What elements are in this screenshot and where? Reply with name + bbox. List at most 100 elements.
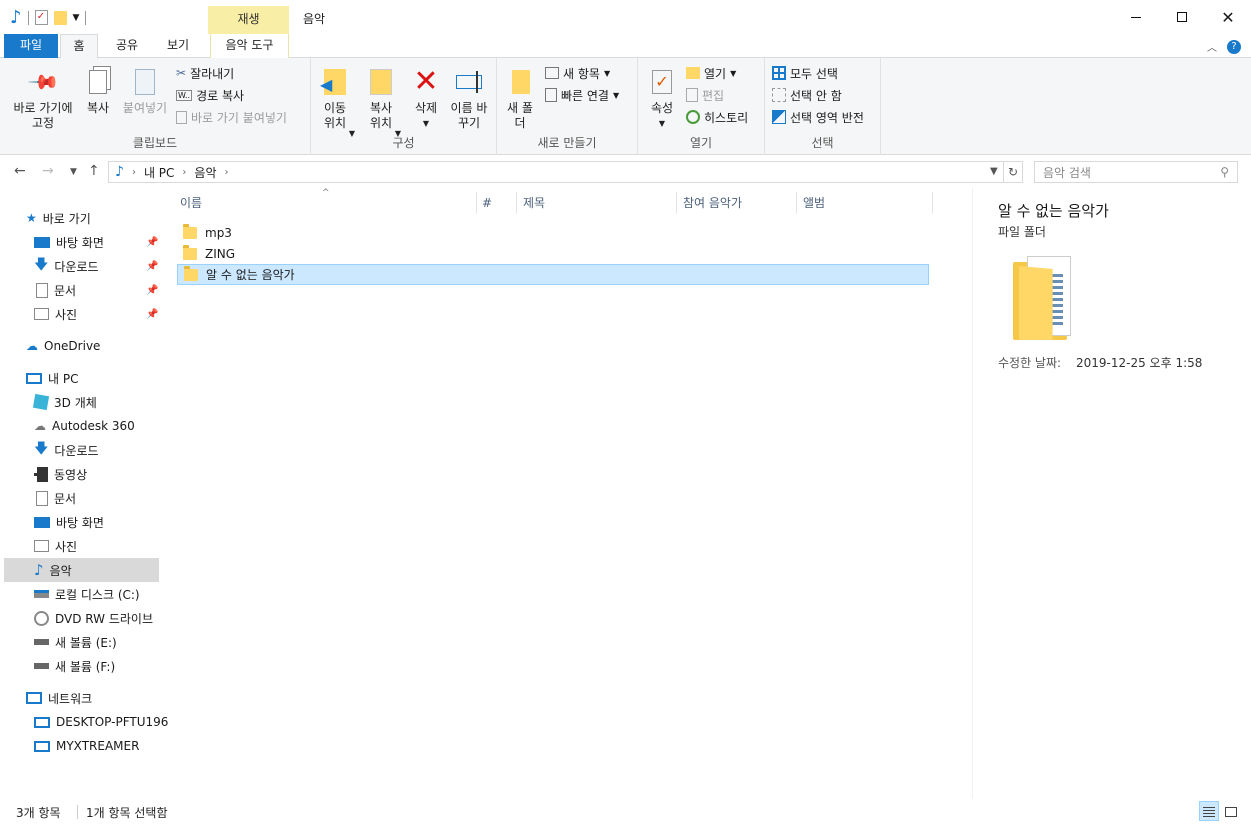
properties-check-icon[interactable]: ✓: [34, 10, 48, 25]
nav-volume-f[interactable]: 새 볼륨 (F:): [34, 654, 193, 678]
nav-music[interactable]: ♪ 음악: [4, 558, 159, 582]
chevron-right-icon[interactable]: ›: [182, 167, 186, 178]
nav-3d-objects[interactable]: 3D 개체: [32, 390, 193, 414]
edit-button[interactable]: 편집: [686, 85, 724, 105]
column-header-number[interactable]: #: [482, 188, 492, 218]
nav-pictures[interactable]: 사진: [34, 534, 193, 558]
tab-music-tools[interactable]: 음악 도구: [210, 34, 289, 58]
rename-button[interactable]: 이름 바꾸기: [449, 66, 489, 131]
refresh-icon[interactable]: ↻: [1004, 161, 1023, 183]
address-bar[interactable]: ♪ › 내 PC › 음악 ›: [108, 161, 1004, 183]
nav-quick-desktop[interactable]: 바탕 화면 📌: [34, 230, 159, 254]
column-divider[interactable]: [932, 192, 933, 214]
tab-file[interactable]: 파일: [4, 34, 58, 58]
new-folder-label: 새 폴더: [507, 101, 533, 130]
chevron-right-icon[interactable]: ›: [132, 167, 136, 178]
copy-to-button[interactable]: 복사 위치 ▼: [361, 66, 401, 138]
column-header-title[interactable]: 제목: [523, 188, 545, 218]
column-divider[interactable]: [516, 192, 517, 214]
large-icons-view-button[interactable]: [1221, 801, 1241, 821]
copy-to-label: 복사 위치: [369, 101, 393, 130]
new-group-label: 새로 만들기: [537, 136, 597, 150]
delete-button[interactable]: ✕ 삭제 ▼: [409, 66, 443, 131]
invert-selection-button[interactable]: 선택 영역 반전: [772, 107, 864, 127]
forward-arrow-icon[interactable]: →: [42, 163, 54, 179]
film-icon: [34, 466, 48, 482]
nav-volume-e[interactable]: 새 볼륨 (E:): [34, 630, 193, 654]
nav-onedrive[interactable]: ☁ OneDrive: [26, 334, 185, 358]
nav-this-pc[interactable]: 내 PC: [26, 366, 185, 390]
tab-home[interactable]: 홈: [60, 34, 98, 59]
help-icon[interactable]: ?: [1227, 39, 1241, 54]
new-folder-icon[interactable]: [53, 10, 67, 25]
select-none-icon: [772, 88, 786, 102]
file-row[interactable]: ZING: [177, 243, 929, 264]
column-divider[interactable]: [476, 192, 477, 214]
pin-label: 바로 가기에 고정: [13, 101, 73, 130]
nav-quick-pictures[interactable]: 사진 📌: [34, 302, 159, 326]
open-button[interactable]: 열기 ▼: [686, 63, 736, 83]
file-row[interactable]: mp3: [177, 222, 929, 243]
pin-icon: 📌: [146, 236, 159, 248]
nav-autodesk-360[interactable]: ☁ Autodesk 360: [34, 414, 193, 438]
properties-button[interactable]: ✓ 속성 ▼: [646, 66, 678, 131]
paste-shortcut-button[interactable]: 바로 가기 붙여넣기: [176, 107, 287, 127]
nav-dvd-rw[interactable]: DVD RW 드라이브: [34, 606, 193, 630]
nav-documents[interactable]: 문서: [34, 486, 193, 510]
select-group-label: 선택: [811, 136, 834, 150]
column-divider[interactable]: [796, 192, 797, 214]
delete-label: 삭제: [414, 101, 438, 115]
select-none-button[interactable]: 선택 안 함: [772, 85, 842, 105]
breadcrumb-music[interactable]: 음악: [194, 164, 216, 181]
column-divider[interactable]: [676, 192, 677, 214]
chevron-right-icon[interactable]: ›: [225, 167, 229, 178]
nav-quick-downloads[interactable]: 🡇 다운로드 📌: [34, 254, 159, 278]
new-item-button[interactable]: 새 항목 ▼: [545, 63, 610, 83]
paste-button[interactable]: 붙여넣기: [118, 66, 172, 116]
column-header-album[interactable]: 앨범: [803, 188, 825, 218]
move-to-button[interactable]: ◀ 이동 위치 ▼: [315, 66, 355, 138]
column-header-contributing-artists[interactable]: 참여 음악가: [683, 188, 742, 218]
address-history-chevron-icon[interactable]: ▼: [990, 166, 998, 177]
nav-label: 다운로드: [54, 443, 99, 458]
select-none-label: 선택 안 함: [790, 88, 842, 103]
new-folder-button[interactable]: 새 폴더: [505, 66, 535, 131]
nav-network[interactable]: 네트워크: [26, 686, 185, 710]
modified-date-value: 2019-12-25 오후 1:58: [1076, 356, 1203, 370]
nav-desktop-pftu196[interactable]: DESKTOP-PFTU196: [34, 710, 193, 734]
column-header-name[interactable]: 이름: [180, 188, 202, 218]
nav-videos[interactable]: 동영상: [34, 462, 193, 486]
up-arrow-icon[interactable]: ↑: [88, 163, 100, 179]
item-count: 3개 항목: [16, 806, 61, 820]
customize-dropdown-icon[interactable]: ▼: [73, 13, 80, 23]
file-row[interactable]: 알 수 없는 음악가: [177, 264, 929, 285]
easy-access-button[interactable]: 빠른 연결 ▼: [545, 85, 619, 105]
document-icon: [36, 490, 48, 506]
back-arrow-icon[interactable]: ←: [14, 163, 26, 179]
nav-myxtreamer[interactable]: MYXTREAMER: [34, 734, 193, 758]
cut-button[interactable]: ✂ 잘라내기: [176, 63, 234, 83]
collapse-ribbon-icon[interactable]: ︿: [1207, 39, 1217, 54]
breadcrumb-this-pc[interactable]: 내 PC: [144, 164, 174, 181]
nav-quick-access[interactable]: ★ 바로 가기: [26, 206, 185, 230]
search-icon: ⚲: [1220, 165, 1229, 179]
nav-downloads[interactable]: 🡇 다운로드: [34, 438, 193, 462]
minimize-button[interactable]: [1113, 0, 1159, 34]
tab-view[interactable]: 보기: [155, 34, 201, 58]
copy-button[interactable]: 복사: [80, 66, 116, 116]
nav-local-disk-c[interactable]: 로컬 디스크 (C:): [34, 582, 193, 606]
copy-path-button[interactable]: W.. 경로 복사: [176, 85, 244, 105]
history-button[interactable]: 히스토리: [686, 107, 748, 127]
move-to-icon: ◀: [319, 66, 351, 98]
details-view-button[interactable]: [1199, 801, 1219, 821]
nav-desktop[interactable]: 바탕 화면: [34, 510, 193, 534]
tab-share[interactable]: 공유: [104, 34, 150, 58]
edit-icon: [686, 88, 698, 102]
select-all-button[interactable]: 모두 선택: [772, 63, 838, 83]
search-input[interactable]: 음악 검색 ⚲: [1034, 161, 1238, 183]
pin-quick-access-button[interactable]: 📌 바로 가기에 고정: [8, 64, 78, 131]
recent-locations-chevron-icon[interactable]: ▼: [70, 167, 77, 177]
nav-quick-documents[interactable]: 문서 📌: [34, 278, 159, 302]
maximize-button[interactable]: [1159, 0, 1205, 34]
close-button[interactable]: ✕: [1205, 0, 1251, 34]
